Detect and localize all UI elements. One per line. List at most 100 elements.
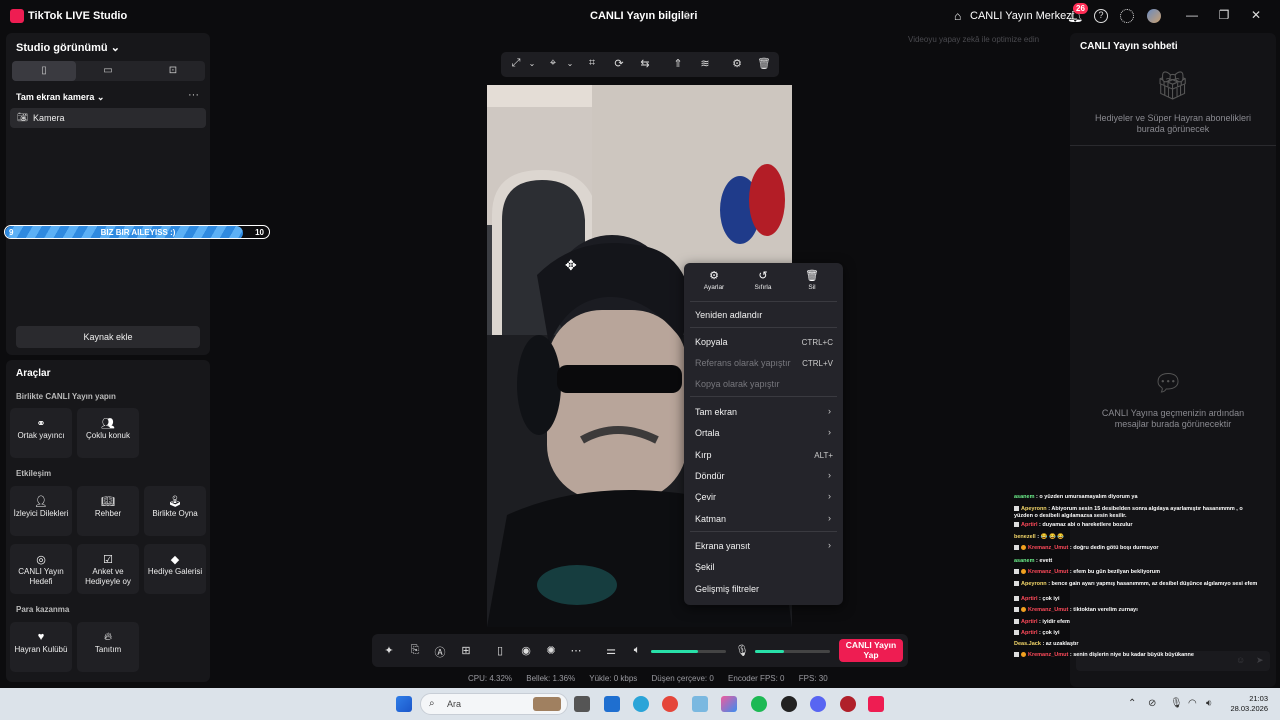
flip-icon[interactable]: ⇆ xyxy=(638,57,652,70)
overlay-chat-text: : evett xyxy=(1034,558,1053,564)
volume-icon[interactable]: 🔉︎ xyxy=(1206,698,1212,709)
interaction-heading: Etkileşim xyxy=(16,469,52,478)
gear-icon[interactable] xyxy=(1120,9,1134,23)
taskbar-search[interactable]: ⌕ Ara xyxy=(420,693,568,715)
ctx-crop[interactable]: Kırp xyxy=(695,450,712,460)
play-together-tool[interactable]: 🕹︎ Birlikte Oyna xyxy=(144,486,206,536)
ai-icon[interactable]: Ⓐ xyxy=(433,644,447,660)
chevron-up-icon[interactable]: ⌃ xyxy=(1128,698,1136,709)
network-off-icon[interactable]: ⊘ xyxy=(1148,698,1156,709)
task-view-icon[interactable] xyxy=(574,696,590,712)
record-icon[interactable]: ◉ xyxy=(519,644,533,657)
ctx-delete[interactable]: 🗑 Sil xyxy=(792,269,832,291)
ctx-copy[interactable]: Kopyala xyxy=(695,337,728,347)
ctx-flip[interactable]: Çevir xyxy=(695,492,716,502)
source-item-camera[interactable]: 📷︎ Kamera xyxy=(10,108,206,128)
steam-icon[interactable] xyxy=(781,696,797,712)
promote-tool[interactable]: 🔥︎ Tanıtım xyxy=(77,622,139,672)
speaker-icon[interactable]: 🔈︎ xyxy=(630,644,644,657)
fit-icon[interactable]: ⤢ xyxy=(509,57,523,70)
viewer-requests-tool[interactable]: 👤︎ İzleyici Dilekleri xyxy=(10,486,72,536)
copilot-icon[interactable] xyxy=(721,696,737,712)
guide-tool[interactable]: 📖︎ Rehber xyxy=(77,486,139,536)
tiktok-studio-icon[interactable] xyxy=(868,696,884,712)
search-icon: ⌕ xyxy=(429,698,435,709)
ctx-settings[interactable]: ⚙ Ayarlar xyxy=(694,269,734,291)
wifi-icon[interactable]: ◠ xyxy=(1188,698,1197,709)
share-icon[interactable]: ⇪ xyxy=(682,9,691,22)
windows-start-icon[interactable] xyxy=(396,696,412,712)
ctx-fullscreen[interactable]: Tam ekran xyxy=(695,407,737,417)
chrome-icon[interactable] xyxy=(662,696,678,712)
source-context-menu: ⚙ Ayarlar ↺ Sıfırla 🗑 Sil Yeniden adlandır … xyxy=(684,263,843,605)
portrait-button[interactable]: ▯ xyxy=(12,61,76,81)
add-source-button[interactable]: Kaynak ekle xyxy=(16,326,200,348)
help-icon[interactable]: ? xyxy=(1094,9,1108,23)
ctx-shape[interactable]: Şekil xyxy=(695,562,715,572)
maximize-button[interactable]: ❐ xyxy=(1215,8,1233,22)
discord-icon[interactable] xyxy=(810,696,826,712)
trash-icon[interactable]: 🗑︎ xyxy=(757,57,771,70)
minimize-button[interactable]: — xyxy=(1183,8,1201,22)
phone-icon[interactable]: ▯ xyxy=(493,644,507,657)
more-options-icon[interactable]: ··· xyxy=(188,89,199,101)
ctx-paste-copy[interactable]: Kopya olarak yapıştır xyxy=(695,379,780,389)
divider xyxy=(690,327,837,328)
snipping-icon[interactable] xyxy=(692,696,708,712)
go-live-button[interactable]: CANLI Yayın Yap xyxy=(839,639,903,662)
badge-icon xyxy=(1014,652,1019,658)
ctx-rename[interactable]: Yeniden adlandır xyxy=(695,310,762,320)
home-icon[interactable]: ⌂ xyxy=(954,9,961,23)
badge-icon xyxy=(1014,522,1019,528)
volume-slider[interactable] xyxy=(651,650,726,653)
edge-icon[interactable] xyxy=(633,696,649,712)
effects-icon[interactable]: ✺ xyxy=(544,644,558,657)
layer-up-icon[interactable]: ⇑ xyxy=(671,57,685,70)
badge-icon xyxy=(1014,569,1019,575)
more-icon[interactable]: ⋯ xyxy=(569,644,583,657)
crop-icon[interactable]: ⌗ xyxy=(585,57,599,70)
live-center-button[interactable]: CANLI Yayın Merkezi xyxy=(970,10,1074,22)
ai-optimize-hint[interactable]: Videoyu yapay zekâ ile optimize edin xyxy=(908,35,1039,44)
outlook-icon[interactable] xyxy=(604,696,620,712)
chevron-down-icon[interactable]: ⌄ xyxy=(563,59,577,68)
landscape-button[interactable]: ▭ xyxy=(76,61,140,81)
overlay-chat-text: : o yüzden umursamayalım diyorum ya xyxy=(1034,494,1138,500)
live-goal-tool[interactable]: ◎ CANLI Yayın Hedefi xyxy=(10,544,72,594)
close-button[interactable]: ✕ xyxy=(1247,8,1265,22)
microphone-icon[interactable]: 🎙︎ xyxy=(1170,698,1183,709)
studio-view-dropdown[interactable]: Studio görünümü ⌄ xyxy=(16,41,120,54)
cohost-tool[interactable]: ⚭ Ortak yayıncı xyxy=(10,408,72,458)
add-media-icon[interactable]: ⊞ xyxy=(459,644,473,657)
text-icon[interactable]: ⎘ xyxy=(408,644,422,657)
app-title: TikTok LIVE Studio xyxy=(28,10,128,22)
settings-icon[interactable]: ⚙ xyxy=(730,57,744,70)
ctx-rotate[interactable]: Döndür xyxy=(695,471,725,481)
gift-gallery-tool[interactable]: ◆ Hediye Galerisi xyxy=(144,544,206,594)
rotate-icon[interactable]: ⟳ xyxy=(612,57,626,70)
mic-slider[interactable] xyxy=(755,650,830,653)
chevron-right-icon: › xyxy=(828,470,831,480)
scene-dropdown[interactable]: Tam ekran kamera ⌄ xyxy=(16,92,104,103)
avatar[interactable] xyxy=(1147,9,1161,23)
magic-wand-icon[interactable]: ✦ xyxy=(382,644,396,657)
media-player-icon[interactable] xyxy=(840,696,856,712)
poll-tool[interactable]: ☑ Anket ve Hediyeyle oy xyxy=(77,544,139,594)
microphone-icon[interactable]: 🎙︎ xyxy=(735,644,749,657)
layers-icon[interactable]: ≋ xyxy=(698,57,712,70)
ctx-delete-label: Sil xyxy=(808,284,816,291)
multi-guest-tool[interactable]: 👥︎ Çoklu konuk xyxy=(77,408,139,458)
ctx-paste-reference[interactable]: Referans olarak yapıştır xyxy=(695,358,791,368)
crosshair-icon[interactable]: ⌖ xyxy=(546,57,560,70)
ctx-reset[interactable]: ↺ Sıfırla xyxy=(743,269,783,291)
ctx-layer[interactable]: Katman xyxy=(695,514,726,524)
ctx-project[interactable]: Ekrana yansıt xyxy=(695,541,750,551)
sliders-icon[interactable]: ⚌ xyxy=(604,644,618,657)
chevron-down-icon[interactable]: ⌄ xyxy=(525,59,539,68)
ctx-center[interactable]: Ortala xyxy=(695,428,720,438)
fan-club-tool[interactable]: ♥ Hayran Kulübü xyxy=(10,622,72,672)
dual-layout-button[interactable]: ⊡ xyxy=(141,61,205,81)
spotify-icon[interactable] xyxy=(751,696,767,712)
taskbar-clock[interactable]: 21:03 28.03.2026 xyxy=(1222,694,1268,714)
ctx-filters[interactable]: Gelişmiş filtreler xyxy=(695,584,759,594)
